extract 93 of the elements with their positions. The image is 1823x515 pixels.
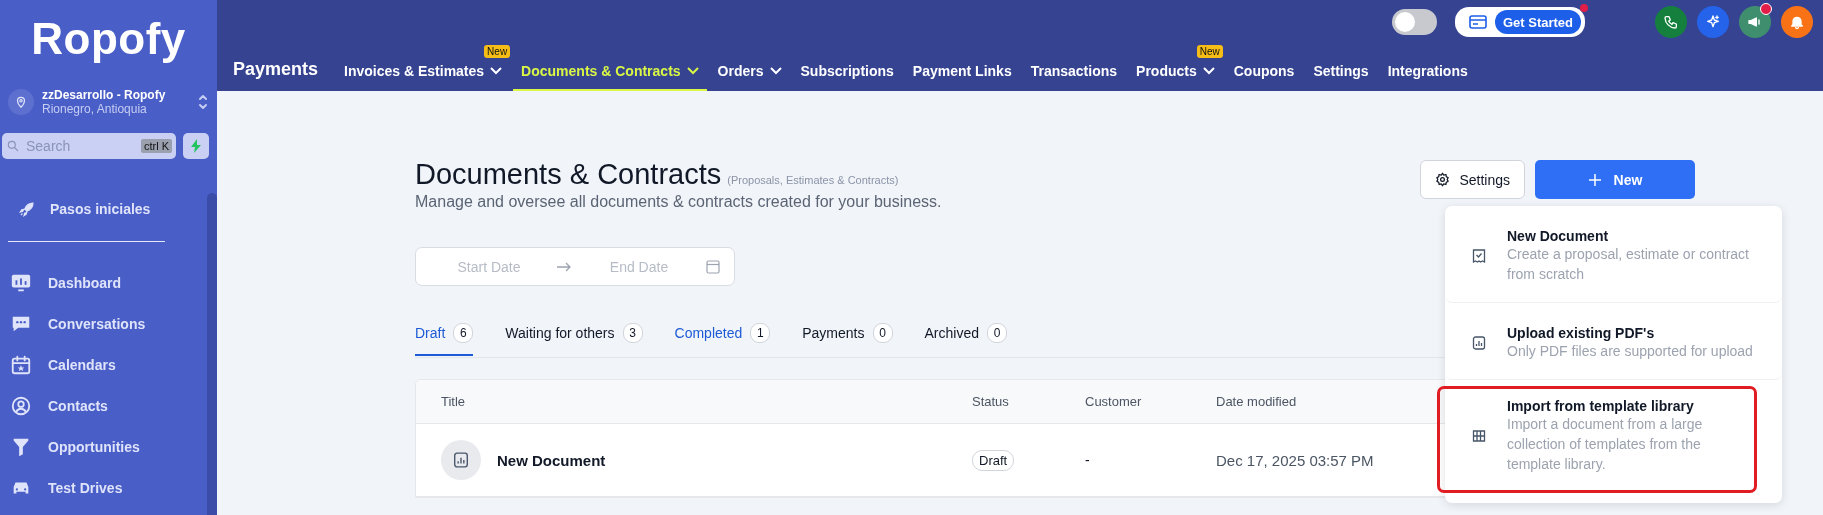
card-icon [1468, 15, 1487, 29]
nav-tab[interactable]: Orders [709, 44, 790, 91]
grid-icon [1472, 429, 1486, 443]
page-title: Documents & Contracts [415, 158, 722, 191]
calendar-icon [10, 353, 32, 376]
arrow-right-icon [556, 260, 572, 273]
status-pill: Draft [972, 449, 1015, 471]
location-icon [8, 89, 34, 115]
bell-icon [1789, 14, 1805, 30]
table-cell: - [1085, 452, 1090, 468]
document-title[interactable]: New Document [497, 451, 606, 469]
settings-icon [1435, 172, 1451, 187]
logo[interactable]: Ropofy [31, 14, 186, 64]
phone-icon [1663, 14, 1679, 30]
section-title: Payments [233, 58, 319, 80]
bolt-button[interactable] [183, 133, 209, 159]
count-badge: 3 [622, 323, 643, 343]
sparkle-icon [1705, 14, 1721, 30]
count-badge: 6 [453, 323, 474, 343]
column-header: Status [972, 394, 1009, 409]
page-title-note: (Proposals, Estimates & Contracts) [727, 174, 899, 186]
nav-tab[interactable]: Settings [1305, 44, 1377, 91]
get-started-button[interactable]: Get Started [1494, 10, 1581, 34]
chevron-updown-icon[interactable] [197, 93, 209, 111]
count-badge: 1 [750, 323, 771, 343]
column-header: Date modified [1216, 394, 1297, 409]
nav-tab[interactable]: Documents & Contracts [513, 44, 707, 91]
menu-item-title: Upload existing PDF's [1507, 325, 1656, 341]
chevron-down-icon [769, 66, 782, 75]
sidebar-item[interactable]: Dashboard [0, 262, 187, 303]
account-name: zzDesarrollo - Ropofy [42, 88, 167, 102]
chart-document-icon [1472, 336, 1486, 350]
table-cell: Dec 17, 2025 03:57 PM [1216, 451, 1374, 469]
chart-document-icon [453, 452, 469, 468]
chevron-down-icon [490, 66, 503, 75]
column-header: Title [441, 394, 466, 409]
calendar-icon [706, 259, 720, 274]
nav-tab[interactable]: Integrations [1379, 44, 1476, 91]
search-bar[interactable]: Search ctrl K [2, 133, 176, 159]
search-icon [6, 139, 20, 153]
new-badge: New [1196, 45, 1223, 58]
sidebar-item[interactable]: Calendars [0, 344, 187, 385]
date-range-picker[interactable]: Start Date End Date [415, 247, 735, 286]
search-input[interactable]: Search [24, 137, 137, 155]
menu-item[interactable]: Upload existing PDF's Only PDF files are supported for upload [1445, 303, 1782, 380]
scrollbar[interactable] [207, 193, 217, 515]
rocket-icon [18, 199, 36, 218]
account-location: Rionegro, Antioquia [42, 102, 148, 116]
nav-tab[interactable]: Transactions [1022, 44, 1126, 91]
bolt-icon [190, 139, 202, 153]
new-button[interactable]: New [1535, 160, 1695, 199]
status-tab[interactable]: Waiting for others 3 [505, 312, 643, 356]
sparkle-button[interactable] [1697, 6, 1729, 38]
nav-tab[interactable]: Coupons [1225, 44, 1303, 91]
toggle-switch[interactable] [1391, 9, 1437, 35]
menu-item[interactable]: Import from template library Import a document from a large collection of templates from the template library. [1437, 386, 1757, 493]
count-badge: 0 [872, 323, 893, 343]
count-badge: 0 [986, 323, 1007, 343]
menu-item-description: Create a proposal, estimate or contract from scratch [1507, 245, 1750, 284]
menu-item-title: New Document [1507, 228, 1610, 244]
start-date-input[interactable]: Start Date [436, 257, 542, 276]
megaphone-button[interactable] [1739, 6, 1771, 38]
status-tab[interactable]: Payments 0 [802, 312, 893, 356]
menu-item-title: Import from template library [1507, 398, 1695, 414]
sidebar-item[interactable]: Pasos iniciales [8, 188, 195, 229]
chevron-down-icon [686, 66, 699, 75]
nav-tab[interactable]: Products New [1128, 44, 1223, 91]
sidebar-item[interactable]: Contacts [0, 385, 187, 426]
nav-tab[interactable]: Subscriptions [792, 44, 902, 91]
sidebar-item[interactable]: Conversations [0, 303, 187, 344]
plus-icon [1587, 172, 1602, 187]
phone-button[interactable] [1655, 6, 1687, 38]
nav-tab[interactable]: Payment Links [904, 44, 1020, 91]
megaphone-icon [1747, 14, 1763, 30]
status-tab[interactable]: Draft 6 [415, 312, 474, 356]
contact-icon [10, 394, 32, 417]
status-tab[interactable]: Completed 1 [674, 312, 771, 356]
settings-button[interactable]: Settings [1420, 160, 1525, 199]
menu-item-description: Import a document from a large collection of templates from the template library. [1507, 415, 1704, 474]
nav-tab[interactable]: Invoices & Estimates New [336, 44, 511, 91]
shortcut-hint: ctrl K [140, 139, 172, 153]
sidebar-item[interactable]: Opportunities [0, 426, 187, 467]
end-date-input[interactable]: End Date [586, 257, 692, 276]
status-tab[interactable]: Archived 0 [924, 312, 1007, 356]
new-badge: New [484, 45, 511, 58]
menu-item[interactable]: New Document Create a proposal, estimate or contract from scratch [1445, 206, 1782, 303]
menu-item-description: Only PDF files are supported for upload [1507, 342, 1753, 361]
column-header: Customer [1085, 394, 1142, 409]
chevron-down-icon [1202, 66, 1215, 75]
bell-button[interactable] [1781, 6, 1813, 38]
document-check-icon [1472, 249, 1486, 263]
page-description: Manage and oversee all documents & contracts created for your business. [415, 193, 942, 211]
sidebar-item[interactable]: Test Drives [0, 467, 187, 508]
